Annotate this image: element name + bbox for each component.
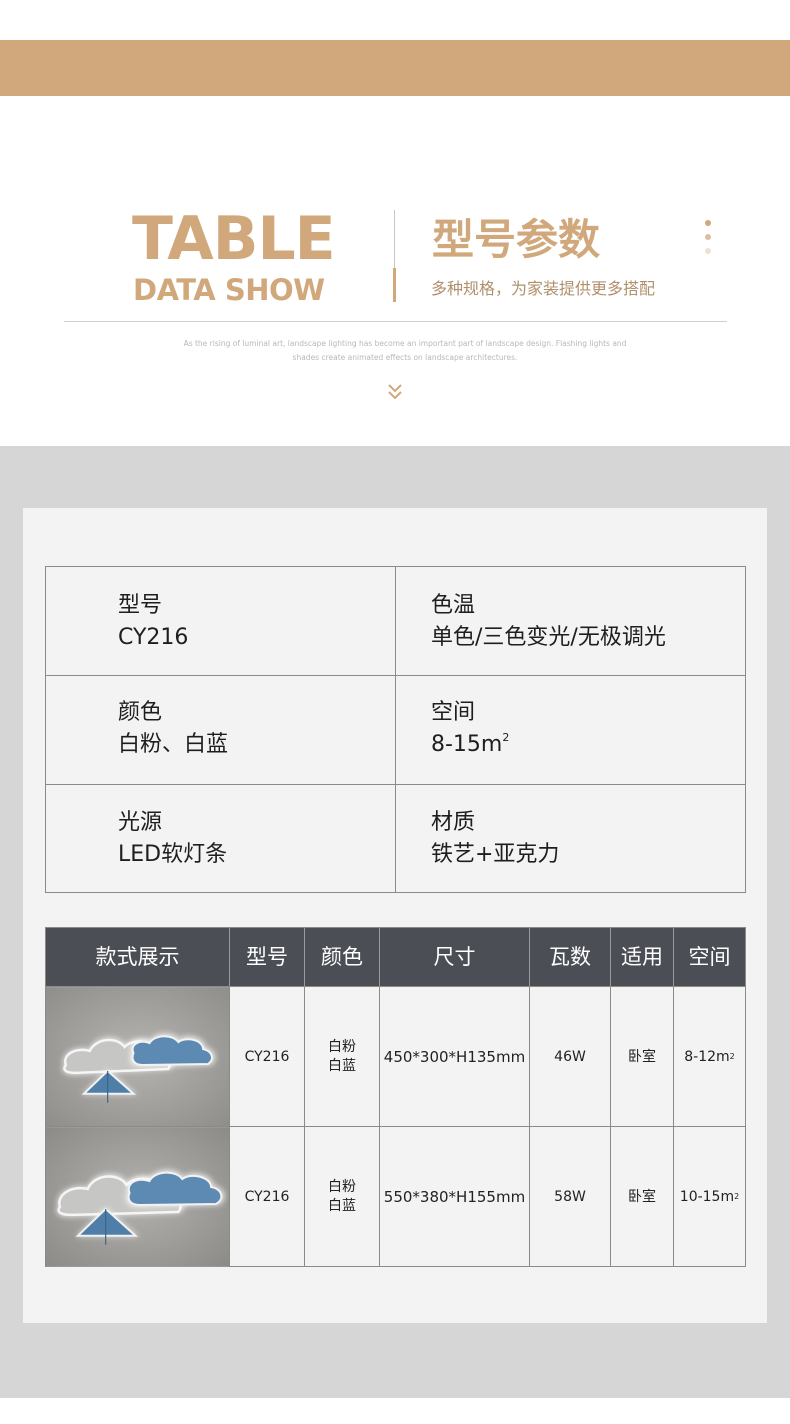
dot [705, 220, 711, 226]
spec-label: 光源 [118, 810, 163, 835]
spec-label: 材质 [431, 810, 476, 835]
col-header-size: 尺寸 [380, 928, 530, 986]
spec-label: 空间 [431, 700, 476, 725]
title-cn: 型号参数 [432, 215, 601, 264]
product-table-header: 款式展示 型号 颜色 尺寸 瓦数 适用 空间 [46, 928, 745, 986]
cell-space: 8-12m 2 [684, 1048, 735, 1065]
color-line: 白粉 [328, 1179, 356, 1195]
spec-value: 8-15m2 [431, 731, 510, 757]
product-table: 款式展示 型号 颜色 尺寸 瓦数 适用 空间 CY216 白粉 白蓝 450*3… [45, 927, 746, 1267]
cell-space: 10-15m 2 [679, 1188, 740, 1205]
title-en-line2: DATA SHOW [133, 273, 325, 307]
spec-label: 色温 [431, 593, 476, 618]
cell-color: 白粉 白蓝 [305, 1127, 380, 1267]
spec-cell-space: 空间 8-15m2 [396, 676, 745, 785]
decorative-dots [705, 220, 713, 260]
dot [705, 234, 711, 240]
spec-cell-light-source: 光源 LED软灯条 [46, 785, 396, 892]
header-description: As the rising of luminal art, landscape … [183, 339, 627, 362]
cell-color: 白粉 白蓝 [305, 987, 380, 1127]
header-divider [394, 210, 395, 270]
spec-value: LED软灯条 [118, 842, 228, 867]
cell-room: 卧室 [611, 987, 674, 1127]
product-image [46, 1127, 230, 1267]
cell-size: 550*380*H155mm [380, 1127, 530, 1267]
col-header-color: 颜色 [305, 928, 380, 986]
col-header-style: 款式展示 [46, 928, 230, 986]
spec-value: 单色/三色变光/无极调光 [431, 625, 666, 650]
table-row: CY216 白粉 白蓝 450*300*H135mm 46W 卧室 8-12m 2 [46, 986, 745, 1127]
col-header-watt: 瓦数 [530, 928, 611, 986]
top-color-band [0, 40, 790, 96]
color-line: 白蓝 [328, 1198, 356, 1214]
spec-cell-model: 型号 CY216 [46, 567, 396, 676]
color-line: 白蓝 [328, 1058, 356, 1074]
spec-table: 型号 CY216 色温 单色/三色变光/无极调光 颜色 白粉、白蓝 空间 8-1… [45, 566, 746, 893]
spec-value: CY216 [118, 625, 189, 650]
spec-cell-color: 颜色 白粉、白蓝 [46, 676, 396, 785]
subtitle-cn: 多种规格，为家装提供更多搭配 [431, 279, 656, 298]
double-chevron-down-icon [388, 384, 402, 400]
col-header-room: 适用 [611, 928, 674, 986]
spec-cell-material: 材质 铁艺+亚克力 [396, 785, 745, 892]
cell-watt: 58W [530, 1127, 611, 1267]
header-rule [64, 321, 727, 322]
col-header-space: 空间 [688, 945, 731, 969]
product-image [46, 987, 230, 1127]
dot [705, 248, 711, 254]
header-divider-accent [393, 268, 396, 302]
spec-label: 型号 [118, 593, 163, 618]
color-line: 白粉 [328, 1039, 356, 1055]
cell-model: CY216 [230, 1127, 305, 1267]
col-header-model: 型号 [230, 928, 305, 986]
spec-cell-color-temp: 色温 单色/三色变光/无极调光 [396, 567, 745, 676]
spec-label: 颜色 [118, 700, 163, 725]
cell-size: 450*300*H135mm [380, 987, 530, 1127]
cell-model: CY216 [230, 987, 305, 1127]
title-en-line1: TABLE [132, 204, 336, 274]
spec-value: 白粉、白蓝 [118, 732, 229, 757]
spec-value: 铁艺+亚克力 [431, 842, 560, 867]
table-row: CY216 白粉 白蓝 550*380*H155mm 58W 卧室 10-15m… [46, 1126, 745, 1267]
cell-watt: 46W [530, 987, 611, 1127]
cell-room: 卧室 [611, 1127, 674, 1267]
